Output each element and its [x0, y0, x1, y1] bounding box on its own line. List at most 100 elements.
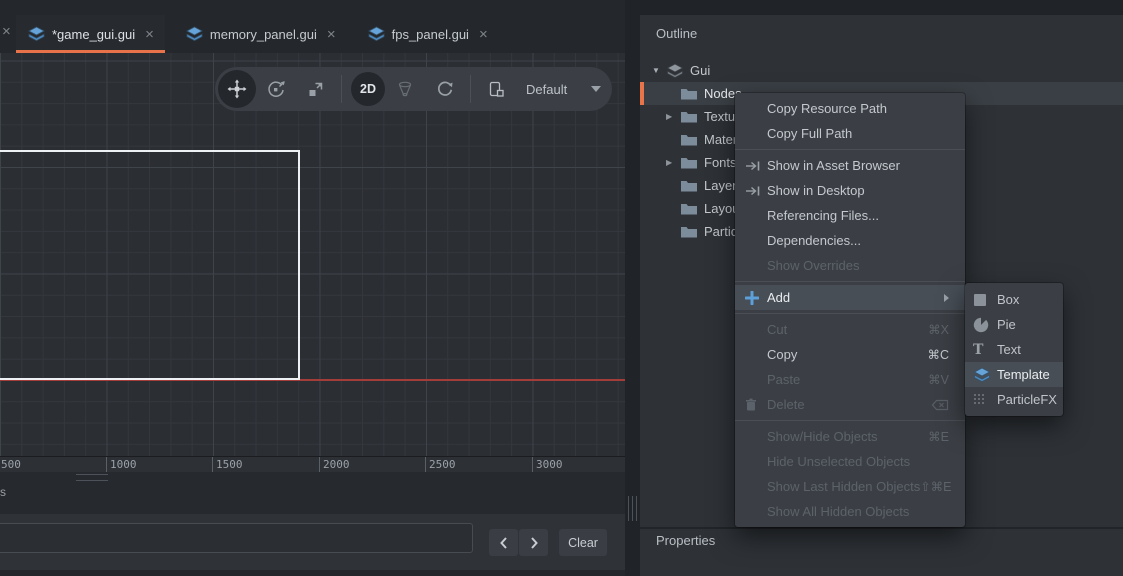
- menu-item-show-hide-objects: Show/Hide Objects ⌘E: [735, 424, 965, 449]
- chevron-down-icon[interactable]: [591, 86, 601, 92]
- tab-fps-panel[interactable]: fps_panel.gui ×: [356, 15, 499, 53]
- chevron-right-icon: [529, 537, 539, 549]
- scale-icon: [306, 79, 326, 99]
- menu-separator: [735, 420, 965, 421]
- editor-window: × *game_gui.gui × memory_panel.gui × fps…: [0, 0, 1123, 576]
- expand-arrow-icon[interactable]: ▼: [652, 66, 666, 75]
- submenu-item-pie[interactable]: Pie: [965, 312, 1063, 337]
- next-match-button[interactable]: [519, 529, 548, 556]
- folder-icon: [680, 155, 698, 171]
- chevron-left-icon: [499, 537, 509, 549]
- clear-console-button[interactable]: Clear: [559, 529, 607, 556]
- tab-strip: × *game_gui.gui × memory_panel.gui × fps…: [0, 0, 625, 53]
- tab-game-gui[interactable]: *game_gui.gui ×: [16, 15, 165, 53]
- tree-row-label: Fonts: [704, 155, 737, 170]
- outline-panel-title: Outline: [656, 26, 697, 41]
- rotate-icon: [266, 79, 286, 99]
- console-filter-input[interactable]: [0, 523, 473, 553]
- vertical-splitter-handle[interactable]: [628, 496, 637, 521]
- gui-bounds-rect: [0, 150, 300, 380]
- menu-item-show-overrides: Show Overrides: [735, 253, 965, 278]
- move-tool-button[interactable]: [218, 70, 256, 108]
- ruler-tick: 1500: [212, 457, 243, 473]
- tab-close-icon[interactable]: ×: [479, 27, 488, 42]
- folder-icon: [680, 109, 698, 125]
- folder-icon: [680, 132, 698, 148]
- menu-item-hide-unselected-objects: Hide Unselected Objects: [735, 449, 965, 474]
- trash-icon: [745, 398, 757, 411]
- perspective-camera-button[interactable]: [385, 69, 425, 109]
- tab-label: memory_panel.gui: [210, 27, 317, 42]
- clipped-tab-close-icon[interactable]: ×: [2, 24, 11, 39]
- plus-icon: [745, 291, 759, 305]
- menu-separator: [735, 281, 965, 282]
- particlefx-icon: [973, 393, 986, 406]
- toolbar-divider: [341, 75, 342, 103]
- submenu-item-text[interactable]: T Text: [965, 337, 1063, 362]
- ruler-tick: 3000: [532, 457, 563, 473]
- menu-item-show-all-hidden-objects: Show All Hidden Objects: [735, 499, 965, 524]
- menu-item-referencing-files[interactable]: Referencing Files...: [735, 203, 965, 228]
- menu-item-copy[interactable]: Copy ⌘C: [735, 342, 965, 367]
- ruler-tick: 1000: [106, 457, 137, 473]
- jump-to-icon: [745, 160, 761, 172]
- menu-item-show-in-asset-browser[interactable]: Show in Asset Browser: [735, 153, 965, 178]
- viewport-toolbar: 2D Defa: [215, 67, 612, 111]
- tab-label: *game_gui.gui: [52, 27, 135, 42]
- template-layers-icon: [973, 367, 991, 383]
- clipped-pane-text: s: [0, 485, 6, 499]
- reload-button[interactable]: [425, 69, 465, 109]
- shortcut-label: ⇧⌘E: [920, 479, 951, 494]
- shortcut-label: ⌘V: [928, 372, 949, 387]
- menu-item-copy-full-path[interactable]: Copy Full Path: [735, 121, 965, 146]
- menu-item-delete: Delete: [735, 392, 965, 417]
- box-icon: [973, 293, 987, 307]
- submenu-item-particlefx[interactable]: ParticleFX: [965, 387, 1063, 412]
- menu-separator: [735, 313, 965, 314]
- mode-2d-label: 2D: [360, 82, 376, 96]
- move-icon: [227, 79, 247, 99]
- properties-panel-title: Properties: [656, 533, 715, 548]
- device-simulation-button[interactable]: [476, 69, 516, 109]
- console-pane: s Clear: [0, 472, 625, 576]
- gui-file-icon: [27, 26, 46, 42]
- context-menu: Copy Resource Path Copy Full Path Show i…: [735, 93, 965, 527]
- folder-icon: [680, 178, 698, 194]
- add-submenu: Box Pie T Text Template ParticleFX: [965, 283, 1063, 416]
- submenu-item-box[interactable]: Box: [965, 287, 1063, 312]
- panel-divider: [640, 527, 1123, 529]
- tree-row-label: Gui: [690, 63, 710, 78]
- shortcut-label: ⌘E: [928, 429, 949, 444]
- menu-separator: [735, 149, 965, 150]
- menu-item-show-in-desktop[interactable]: Show in Desktop: [735, 178, 965, 203]
- tree-row-gui[interactable]: ▼ Gui: [640, 59, 1123, 82]
- menu-item-dependencies[interactable]: Dependencies...: [735, 228, 965, 253]
- ruler-tick: 2500: [425, 457, 456, 473]
- menu-item-copy-resource-path[interactable]: Copy Resource Path: [735, 96, 965, 121]
- menu-item-show-last-hidden-objects: Show Last Hidden Objects ⇧⌘E: [735, 474, 965, 499]
- gui-layers-icon: [666, 63, 684, 79]
- layout-profile-value: Default: [526, 82, 567, 97]
- frustum-icon: [395, 79, 415, 99]
- tab-close-icon[interactable]: ×: [145, 27, 154, 42]
- device-icon: [487, 80, 506, 99]
- folder-icon: [680, 201, 698, 217]
- collapse-arrow-icon[interactable]: ▶: [666, 112, 680, 121]
- submenu-arrow-icon: [944, 294, 949, 302]
- collapse-arrow-icon[interactable]: ▶: [666, 158, 680, 167]
- prev-match-button[interactable]: [489, 529, 518, 556]
- submenu-item-template[interactable]: Template: [965, 362, 1063, 387]
- forward-delete-icon: [931, 399, 949, 411]
- gui-file-icon: [185, 26, 204, 42]
- scene-viewport[interactable]: 2D Defa: [0, 53, 625, 456]
- gui-file-icon: [367, 26, 386, 42]
- console-content-area: [0, 570, 625, 576]
- menu-item-add[interactable]: Add: [735, 285, 965, 310]
- menu-item-cut: Cut ⌘X: [735, 317, 965, 342]
- mode-2d-button[interactable]: 2D: [351, 72, 385, 106]
- tab-close-icon[interactable]: ×: [327, 27, 336, 42]
- tab-memory-panel[interactable]: memory_panel.gui ×: [174, 15, 347, 53]
- horizontal-splitter-handle[interactable]: [76, 474, 108, 481]
- rotate-tool-button[interactable]: [256, 69, 296, 109]
- scale-tool-button[interactable]: [296, 69, 336, 109]
